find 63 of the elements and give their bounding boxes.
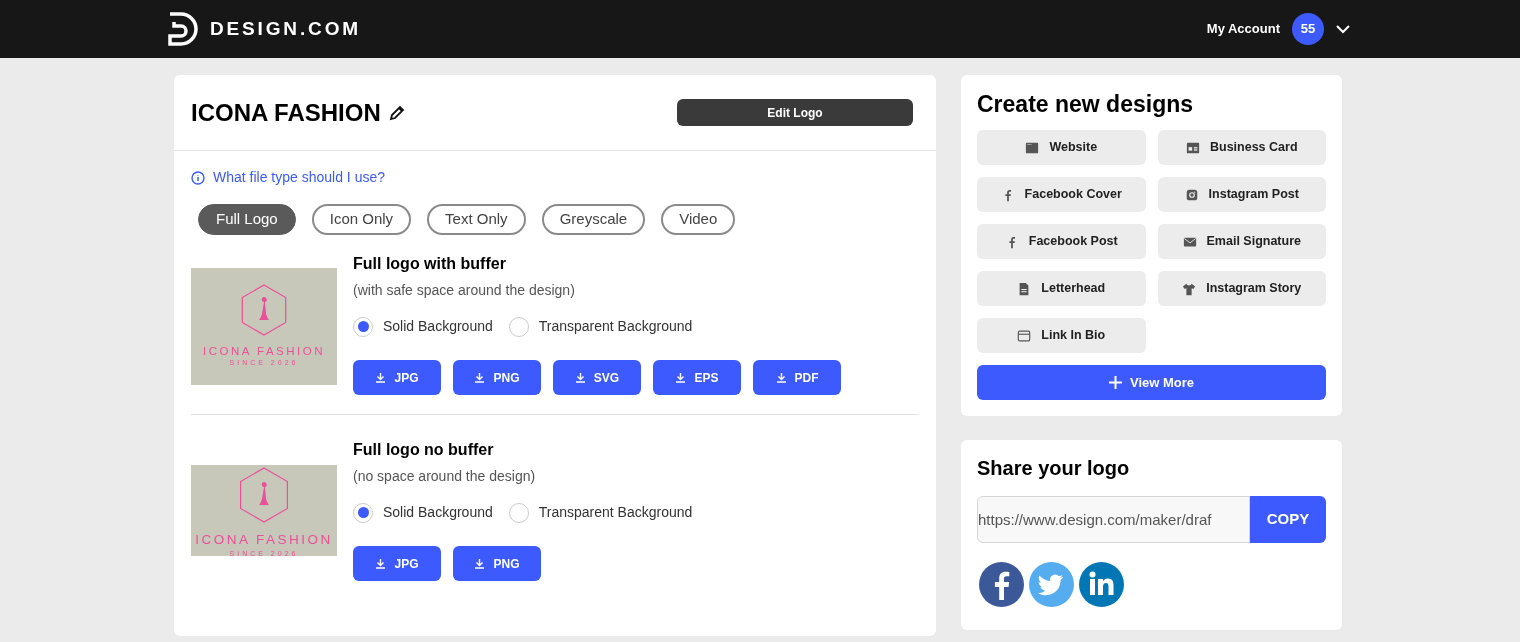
brand-name[interactable]: DESIGN.COM (210, 14, 361, 44)
format-tab[interactable]: Full Logo (198, 204, 296, 235)
design-type-button[interactable]: Instagram Post (1157, 177, 1326, 212)
radio-label[interactable]: Solid Background (383, 502, 493, 523)
download-icon (474, 558, 486, 569)
download-icon (574, 372, 586, 383)
download-icon (675, 372, 687, 383)
linkedin-icon[interactable] (1079, 562, 1124, 607)
design-type-button[interactable]: Facebook Post (977, 224, 1146, 259)
design-type-button[interactable]: Link In Bio (977, 318, 1146, 353)
design-type-button[interactable]: Website (977, 130, 1146, 165)
design-type-button[interactable]: Business Card (1157, 130, 1326, 165)
variant-title: Full logo no buffer (353, 440, 495, 460)
logo-icon[interactable] (168, 12, 198, 46)
t-shirt-icon (1182, 281, 1197, 296)
preview-name: ICONA FASHION (203, 345, 325, 357)
format-tab[interactable]: Greyscale (541, 204, 646, 235)
edit-logo-button[interactable]: Edit Logo (677, 99, 913, 126)
radio-label[interactable]: Transparent Background (538, 502, 693, 523)
format-tab[interactable]: Text Only (427, 204, 526, 235)
emblem-icon (240, 467, 288, 523)
download-button[interactable]: JPG (353, 546, 441, 581)
copy-button[interactable]: COPY (1250, 496, 1326, 543)
plus-icon (1108, 376, 1122, 389)
download-button[interactable]: JPG (353, 360, 441, 395)
pencil-icon[interactable] (388, 104, 405, 121)
design-type-button[interactable]: Letterhead (977, 271, 1146, 306)
download-button[interactable]: PDF (753, 360, 841, 395)
download-icon (375, 372, 387, 383)
help-link[interactable]: What file type should I use? (213, 167, 385, 188)
preview-name: ICONA FASHION (195, 532, 333, 547)
info-icon (191, 170, 205, 185)
id-card-icon (1186, 140, 1200, 155)
variant-subtitle: (no space around the design) (353, 467, 537, 486)
section-title: Create new designs (977, 93, 1195, 116)
design-type-button[interactable]: Instagram Story (1157, 271, 1326, 306)
logo-title: ICONA FASHION (191, 97, 381, 128)
variant-title: Full logo with buffer (353, 254, 507, 274)
design-type-button[interactable]: Email Signature (1157, 224, 1326, 259)
monitor-icon (1025, 140, 1040, 155)
download-button[interactable]: PNG (453, 360, 541, 395)
download-button[interactable]: PNG (453, 546, 541, 581)
avatar[interactable]: 55 (1292, 13, 1324, 45)
format-tab[interactable]: Icon Only (311, 204, 412, 235)
download-button[interactable]: SVG (553, 360, 641, 395)
share-url-field[interactable]: https://www.design.com/maker/draf (977, 496, 1250, 543)
download-icon (375, 558, 387, 569)
design-type-button[interactable]: Facebook Cover (977, 177, 1146, 212)
emblem-icon (241, 284, 287, 336)
variant-subtitle: (with safe space around the design) (353, 281, 576, 300)
chevron-down-icon[interactable] (1336, 24, 1350, 34)
facebook-icon[interactable] (979, 562, 1024, 607)
download-button[interactable]: EPS (653, 360, 741, 395)
format-tab[interactable]: Video (661, 204, 736, 235)
download-icon (775, 372, 787, 383)
download-icon (474, 372, 486, 383)
view-more-button[interactable]: View More (977, 365, 1326, 400)
browser-icon (1017, 328, 1032, 343)
instagram-icon (1184, 187, 1199, 202)
radio-label[interactable]: Transparent Background (538, 316, 693, 337)
radio-label[interactable]: Solid Background (383, 316, 493, 337)
section-title: Share your logo (977, 458, 1131, 478)
account-label[interactable]: My Account (1206, 19, 1280, 39)
